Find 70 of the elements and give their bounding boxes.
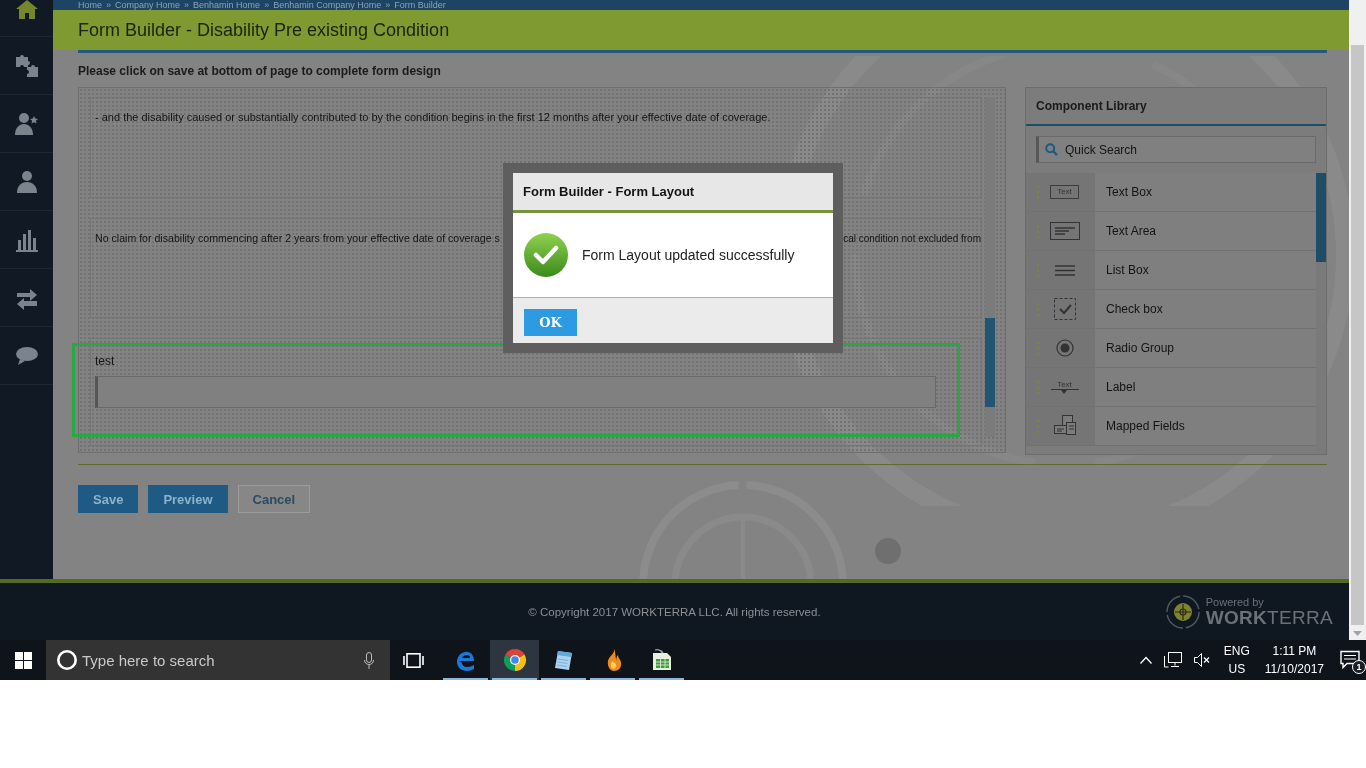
action-button[interactable]: Preview: [148, 485, 228, 513]
target-emblem-icon: [1165, 594, 1200, 629]
copyright-text: © Copyright 2017 WORKTERRA LLC. All rights reserved.: [528, 605, 821, 618]
documents-icon: [1053, 415, 1076, 437]
caret-up-icon: [1139, 656, 1152, 664]
drag-handle-icon: [1037, 263, 1040, 277]
page-title: Form Builder - Disability Pre existing Condition: [78, 19, 450, 41]
instruction-text: Please click on save at bottom of page to complete form design: [78, 64, 442, 78]
scrollbar-thumb[interactable]: [1316, 173, 1326, 262]
dialog-message: Form Layout updated successfully: [582, 247, 795, 263]
text-area-icon: [1049, 222, 1080, 240]
scrollbar-thumb[interactable]: [985, 318, 995, 407]
search-icon: [1045, 143, 1058, 156]
home-icon: [15, 0, 38, 19]
radio-icon: [1055, 339, 1074, 357]
user-icon: [14, 169, 39, 194]
breadcrumb-separator: »: [184, 0, 190, 10]
text-input-field[interactable]: [95, 376, 936, 408]
brand-text: WORKTERRA: [1205, 607, 1333, 628]
drag-handle-icon: [1037, 302, 1040, 316]
paragraph-text: cal condition not excluded from: [843, 232, 981, 245]
drag-handle-icon: [1037, 419, 1040, 433]
notifications-button[interactable]: 1: [1332, 640, 1366, 680]
breadcrumb-link[interactable]: Benhamin Home: [193, 0, 261, 10]
powered-by-text: Powered by: [1205, 595, 1265, 608]
puzzle-icon: [14, 53, 39, 78]
microphone-icon: [364, 652, 374, 669]
circle-icon: [57, 650, 77, 670]
bar-chart-icon: [14, 227, 39, 252]
list-icon: [1054, 264, 1075, 276]
panel-title: Component Library: [1036, 99, 1147, 113]
breadcrumb-link[interactable]: Form Builder: [394, 0, 446, 10]
search-field[interactable]: Type here to search: [46, 640, 390, 680]
drag-handle-icon: [1037, 185, 1040, 199]
breadcrumb-separator: »: [385, 0, 391, 10]
search-field[interactable]: Quick Search: [1036, 136, 1316, 163]
muted-speaker-icon: [1193, 653, 1211, 667]
ok-button[interactable]: OK: [524, 309, 577, 336]
success-check-icon: [524, 233, 568, 277]
scrollbar-thumb[interactable]: [1351, 45, 1364, 625]
taskbar-app-button[interactable]: [490, 640, 539, 680]
checkbox-icon: [1053, 298, 1076, 320]
language-text[interactable]: ENG: [1223, 642, 1250, 660]
paragraph-text: No claim for disability commencing after 2 years from your effective date of coverage s: [95, 232, 500, 245]
selection-frame[interactable]: test: [72, 343, 960, 437]
field-label: test: [95, 354, 115, 368]
drag-handle-icon: [1037, 224, 1040, 238]
chrome-icon: [502, 648, 527, 672]
paragraph-text: - and the disability caused or substantially contributed to by the condition begins in the first 12 months after your effective date of coverage.: [95, 111, 771, 124]
action-button[interactable]: Save: [78, 485, 139, 513]
breadcrumb-separator: »: [264, 0, 270, 10]
drag-handle-icon: [1037, 341, 1040, 355]
clock-date[interactable]: 11/10/2017: [1264, 660, 1324, 678]
breadcrumb-link[interactable]: Benhamin Company Home: [273, 0, 382, 10]
breadcrumb-separator: »: [106, 0, 112, 10]
network-icon: [1163, 652, 1182, 668]
message-icon: [1340, 650, 1360, 670]
dialog-title: Form Builder - Form Layout: [523, 184, 695, 199]
region-text[interactable]: US: [1228, 660, 1246, 678]
caret-down-icon: [1353, 631, 1362, 636]
cancel-button[interactable]: Cancel: [237, 485, 311, 513]
windows-logo-icon: [14, 651, 32, 669]
user-star-icon: [14, 111, 39, 136]
task-view-icon: [403, 652, 424, 668]
breadcrumb-link[interactable]: Company Home: [115, 0, 181, 10]
text-box-icon: Text: [1050, 185, 1079, 199]
notification-badge: 1: [1352, 660, 1366, 674]
breadcrumb-link[interactable]: Home: [78, 0, 102, 10]
clock-time[interactable]: 1:11 PM: [1272, 642, 1317, 660]
drag-handle-icon: [1037, 380, 1040, 394]
